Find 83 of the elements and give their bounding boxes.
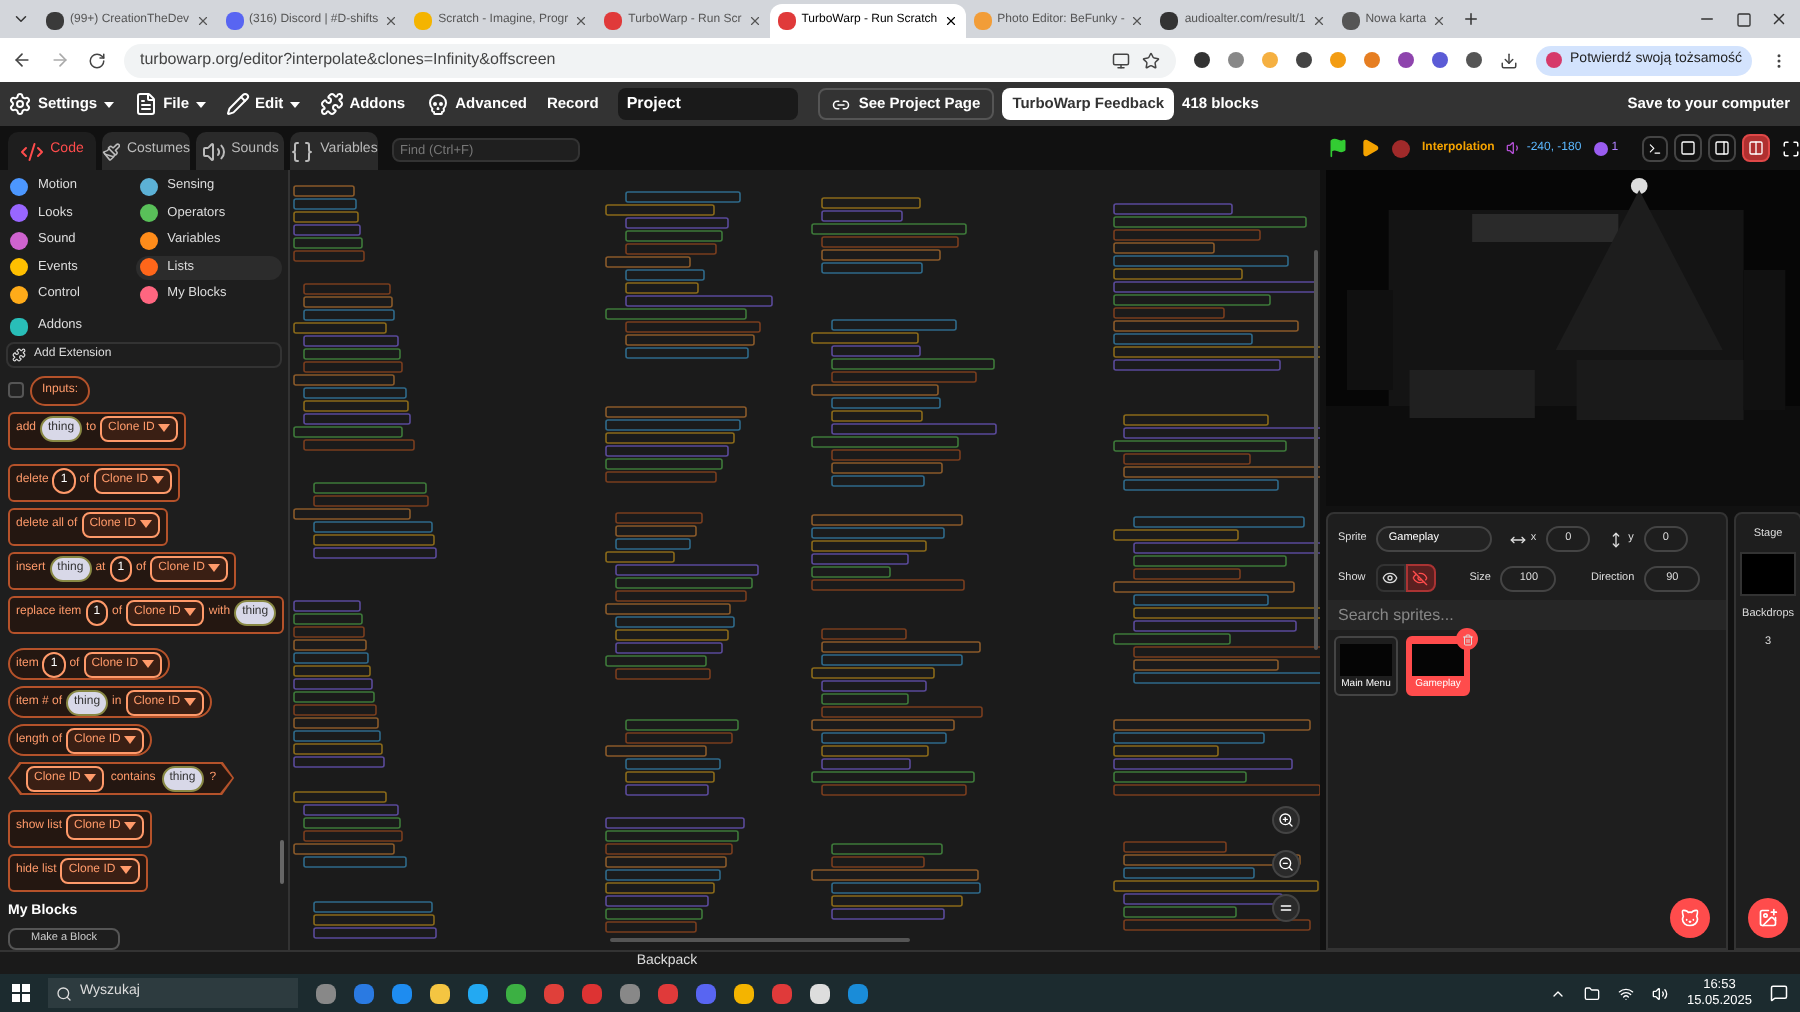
equals-icon: [1278, 900, 1294, 916]
stage-size-button[interactable]: [1674, 134, 1703, 162]
columns-icon: [1748, 140, 1765, 156]
caret-icon: [124, 736, 137, 744]
panel-icon: [1714, 140, 1731, 156]
pencil-icon: [225, 92, 250, 116]
cat-icon: [1680, 908, 1701, 928]
settings-icon: [8, 92, 32, 116]
zoom-out-button[interactable]: [1272, 850, 1300, 878]
trash-icon: [1461, 633, 1473, 645]
favicon-icon: [1160, 12, 1179, 30]
address-bar[interactable]: turbowarp.org/editor?interpolate&clones=Infinity&offscreen: [124, 43, 1177, 77]
console-button[interactable]: [1642, 135, 1669, 161]
fullscreen-icon[interactable]: [1782, 139, 1800, 157]
search-icon: [56, 985, 72, 1001]
caret-icon: [84, 774, 97, 782]
show-button[interactable]: [1375, 564, 1406, 592]
bookmark-icon[interactable]: [1142, 51, 1161, 69]
caret-icon: [208, 564, 221, 572]
clone-icon: [1593, 141, 1608, 155]
notification-icon[interactable]: [1770, 984, 1788, 1002]
favicon-icon: [414, 12, 433, 30]
favicon-icon: [46, 12, 64, 30]
stage-thumbnail[interactable]: [1740, 552, 1797, 597]
eye-off-icon: [1412, 570, 1429, 586]
caret-icon: [124, 822, 137, 830]
stage-size-button[interactable]: [1708, 134, 1737, 162]
zoom-in-button[interactable]: [1272, 806, 1300, 834]
close-icon[interactable]: [943, 14, 958, 28]
flag-icon[interactable]: [1328, 138, 1348, 158]
image-plus-icon: [1758, 908, 1779, 928]
caret-icon: [119, 866, 132, 874]
zoom-reset-button[interactable]: [1272, 894, 1300, 922]
link-icon: [832, 95, 851, 113]
skull-icon: [425, 92, 450, 116]
terminal-icon: [1648, 141, 1663, 155]
sprite-thumbnail: [1412, 644, 1464, 676]
windows-icon[interactable]: [12, 984, 30, 1002]
play-icon[interactable]: [1360, 138, 1380, 158]
favicon-icon: [225, 12, 244, 30]
vertical-arrow-icon: [1608, 531, 1625, 547]
caret-icon: [158, 424, 171, 432]
square-icon: [1680, 140, 1697, 156]
close-icon[interactable]: [1770, 10, 1788, 28]
tray-icon[interactable]: [1584, 985, 1601, 1001]
stage-size-button[interactable]: [1742, 134, 1771, 162]
volume-icon[interactable]: [1652, 985, 1669, 1001]
download-icon[interactable]: [1500, 51, 1519, 69]
favicon-icon: [604, 12, 623, 30]
favicon-icon: [1341, 12, 1360, 30]
delete-button[interactable]: [1456, 628, 1478, 650]
speaker-icon: [201, 139, 226, 163]
eye-icon: [1382, 570, 1399, 586]
avatar-icon: [1546, 52, 1563, 68]
caret-icon: [142, 660, 155, 668]
maximize-icon[interactable]: [1736, 12, 1752, 28]
project-title-field[interactable]: Project: [618, 88, 799, 120]
zoom-in-icon: [1278, 812, 1294, 828]
caret-icon: [184, 698, 197, 706]
favicon-icon: [777, 12, 796, 30]
caret-icon: [184, 608, 197, 616]
install-icon[interactable]: [1112, 51, 1131, 69]
stop-icon[interactable]: [1392, 139, 1410, 157]
brush-icon: [102, 139, 121, 163]
file-icon: [133, 92, 158, 116]
back-icon[interactable]: [12, 50, 32, 70]
favicon-icon: [973, 12, 992, 30]
network-icon[interactable]: [1618, 985, 1635, 1001]
hide-button[interactable]: [1405, 564, 1436, 592]
new-tab-icon[interactable]: [1462, 10, 1481, 28]
brackets-icon: [290, 139, 315, 163]
puzzle-icon: [319, 92, 344, 116]
sprite-thumbnail: [1340, 644, 1392, 676]
tab-search-icon[interactable]: [12, 10, 30, 28]
sprite-search-field[interactable]: Search sprites...: [1328, 600, 1727, 630]
checkbox[interactable]: [8, 382, 24, 398]
extension-icon: [12, 347, 26, 362]
zoom-out-icon: [1278, 856, 1294, 872]
horizontal-arrow-icon: [1510, 531, 1527, 547]
caret-icon: [140, 520, 153, 528]
code-icon: [20, 139, 45, 163]
caret-icon: [152, 476, 165, 484]
reload-icon[interactable]: [88, 51, 106, 69]
